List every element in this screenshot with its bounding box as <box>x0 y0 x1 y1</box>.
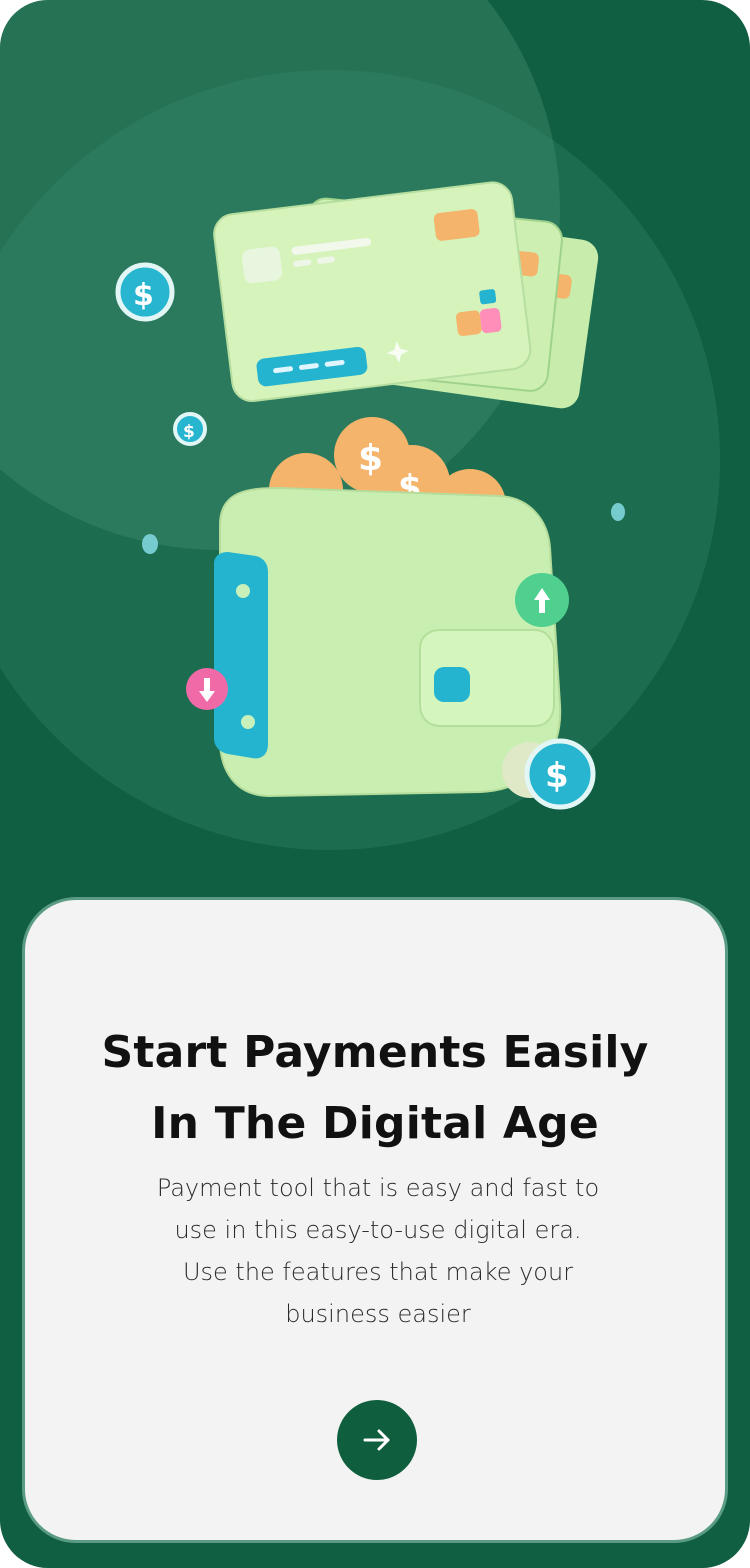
floating-coin-bottom-right: $ <box>502 738 596 810</box>
arrow-right-icon <box>363 1429 390 1451</box>
credit-card-front <box>213 181 532 403</box>
arrow-up-badge <box>515 573 569 627</box>
svg-text:$: $ <box>358 438 383 479</box>
floating-dot-right <box>611 503 625 521</box>
floating-coin-left-large: $ <box>115 262 175 322</box>
next-button[interactable] <box>337 1400 417 1480</box>
title-line-1: Start Payments Easily <box>101 1027 649 1079</box>
floating-coin-left-small: $ <box>173 412 207 446</box>
description: Payment tool that is easy and fast to us… <box>95 1167 661 1335</box>
svg-text:$: $ <box>183 422 195 442</box>
onboarding-card: Start Payments Easily In The Digital Age… <box>22 897 728 1543</box>
svg-text:$: $ <box>545 756 569 796</box>
wallet <box>214 486 562 798</box>
wallet-illustration: $ $ $ $ $ <box>115 181 625 810</box>
description-line-4: business easier <box>285 1300 471 1328</box>
arrow-down-badge <box>186 668 228 710</box>
page-title: Start Payments Easily In The Digital Age <box>25 1017 725 1159</box>
description-line-1: Payment tool that is easy and fast to <box>156 1174 600 1202</box>
onboarding-screen: $ $ $ $ $ Start Payments Easily In The D… <box>0 0 750 1568</box>
description-line-3: Use the features that make your <box>182 1258 574 1286</box>
description-line-2: use in this easy-to-use digital era. <box>174 1216 582 1244</box>
svg-text:$: $ <box>133 278 154 313</box>
floating-dot-left <box>142 534 158 554</box>
title-line-2: In The Digital Age <box>151 1098 599 1150</box>
